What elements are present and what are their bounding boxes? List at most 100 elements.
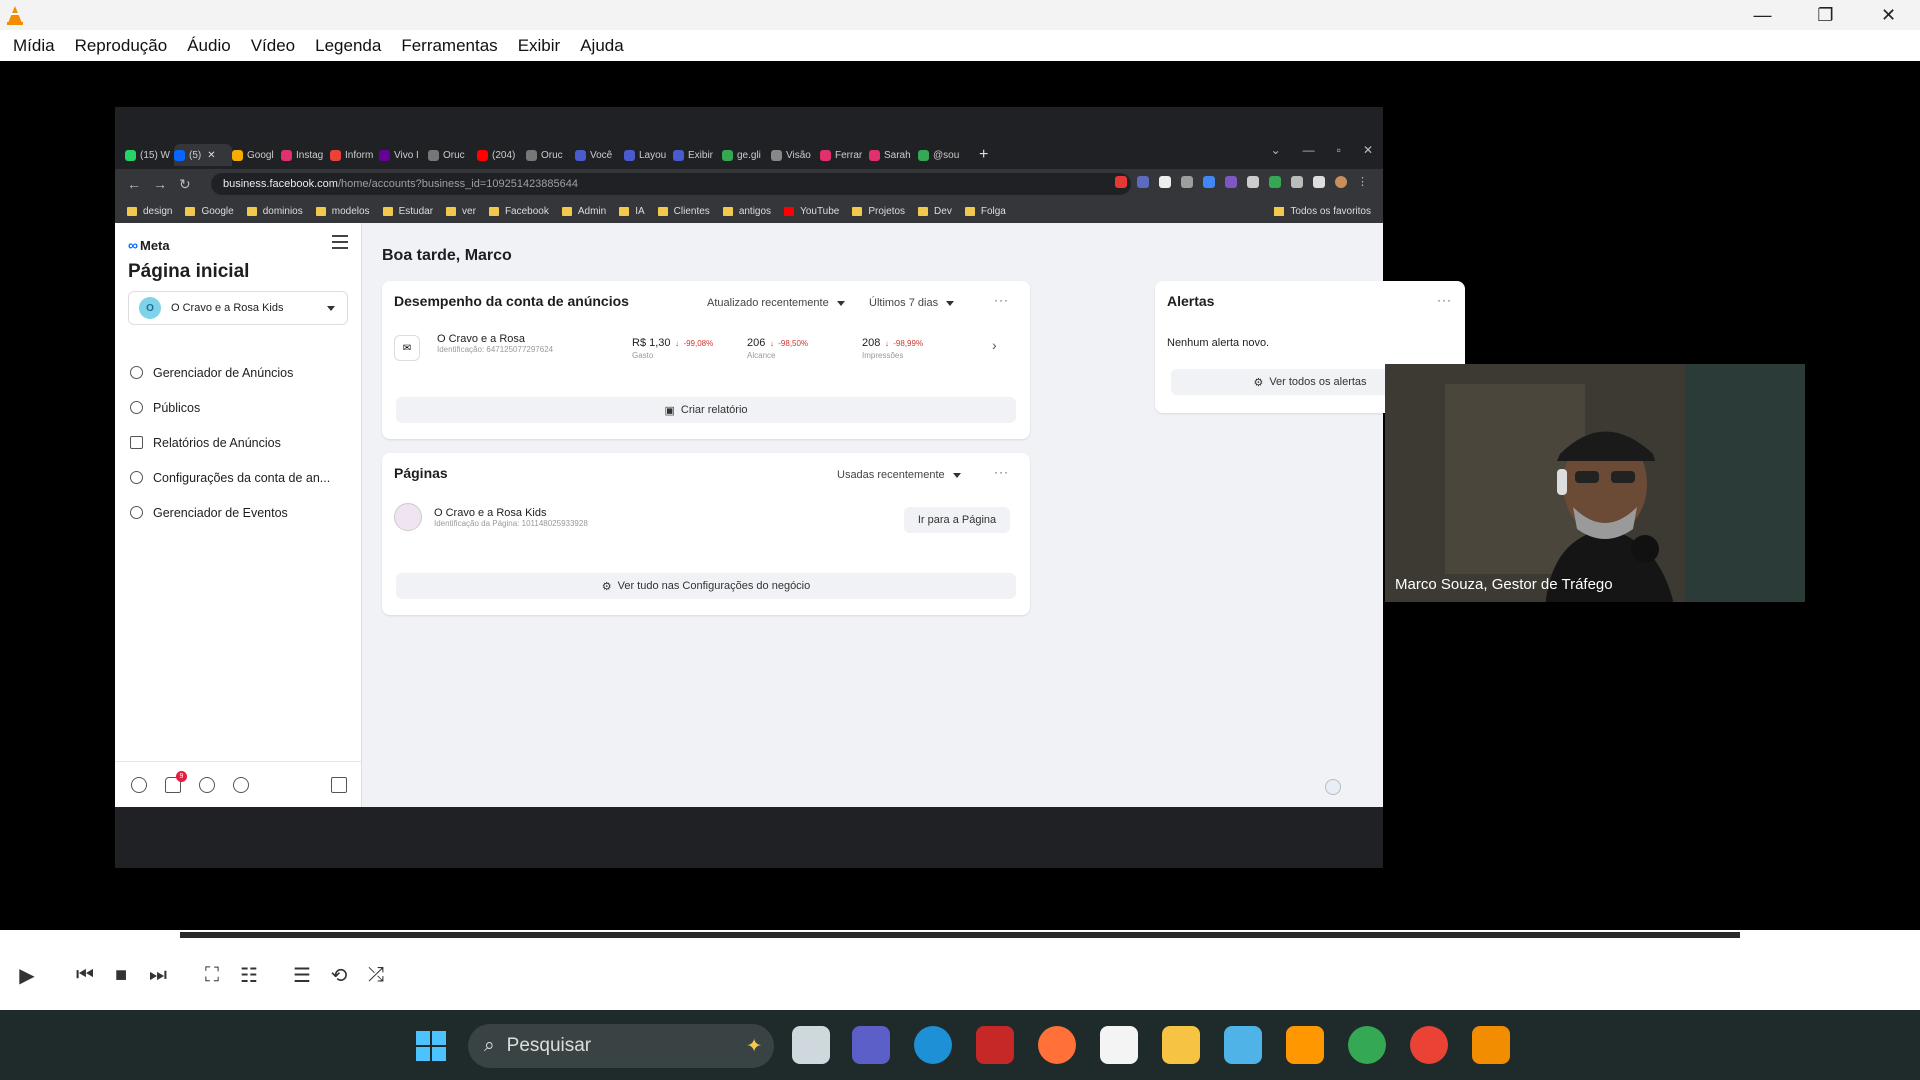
page-info[interactable]: O Cravo e a Rosa Kids Identificação da P… <box>434 507 588 528</box>
gear-icon[interactable] <box>131 776 147 793</box>
browser-tab[interactable]: ge.gli <box>722 144 771 166</box>
browser-tab[interactable]: Exibir <box>673 144 722 166</box>
browser-tab[interactable]: Oruc <box>428 144 477 166</box>
play-icon[interactable]: ▶ <box>12 960 42 990</box>
sidepanel-icon[interactable] <box>1313 176 1325 188</box>
create-report-button[interactable]: ▣ Criar relatório <box>396 397 1016 423</box>
bookmark[interactable]: YouTube <box>784 206 839 217</box>
chrome-icon[interactable] <box>1348 1026 1386 1064</box>
sublime-text-icon[interactable] <box>1286 1026 1324 1064</box>
taskbar-search[interactable]: ⌕ Pesquisar ✦ <box>468 1024 774 1068</box>
bell-icon[interactable]: 9 <box>165 770 187 793</box>
extension-icon[interactable] <box>1181 176 1193 188</box>
chevron-down-icon[interactable]: ⌄ <box>1271 143 1281 157</box>
bookmark[interactable]: modelos <box>315 206 370 217</box>
minimize-icon[interactable]: — <box>1303 143 1315 157</box>
menu-reproducao[interactable]: Reprodução <box>66 36 179 56</box>
account-selector[interactable]: O O Cravo e a Rosa Kids <box>128 291 348 325</box>
bookmark[interactable]: design <box>127 206 172 217</box>
menu-ajuda[interactable]: Ajuda <box>571 36 634 56</box>
file-explorer-icon[interactable] <box>1162 1026 1200 1064</box>
menu-legenda[interactable]: Legenda <box>306 36 392 56</box>
extension-icon[interactable] <box>1115 176 1127 188</box>
loop-icon[interactable]: ⟲ <box>324 960 354 990</box>
browser-tab[interactable]: Você <box>575 144 624 166</box>
more-options-icon[interactable]: ··· <box>1437 293 1452 307</box>
puzzle-icon[interactable] <box>1291 176 1303 188</box>
chrome-profile-icon[interactable] <box>1410 1026 1448 1064</box>
bookmark[interactable]: antigos <box>722 206 771 217</box>
help-icon[interactable] <box>233 776 249 793</box>
extension-icon[interactable] <box>1159 176 1171 188</box>
back-icon[interactable]: ← <box>127 176 141 192</box>
menu-midia[interactable]: Mídia <box>4 36 66 56</box>
hamburger-menu-icon[interactable] <box>332 235 348 249</box>
sidebar-item-ads-manager[interactable]: Gerenciador de Anúncios <box>130 355 330 390</box>
help-globe-icon[interactable] <box>1325 779 1341 795</box>
equalizer-icon[interactable]: ☷ <box>234 960 264 990</box>
task-view-icon[interactable] <box>792 1026 830 1064</box>
more-options-icon[interactable]: ··· <box>994 465 1009 479</box>
browser-tab[interactable]: @sou <box>918 144 967 166</box>
profile-avatar[interactable] <box>1335 176 1347 188</box>
sidebar-item-audiences[interactable]: Públicos <box>130 390 330 425</box>
teams-icon[interactable] <box>852 1026 890 1064</box>
bookmark[interactable]: Estudar <box>382 206 433 217</box>
fullscreen-icon[interactable]: ⛶ <box>197 960 227 990</box>
bookmark[interactable]: ver <box>446 206 476 217</box>
sidebar-item-events-manager[interactable]: Gerenciador de Eventos <box>130 495 330 530</box>
bookmark[interactable]: dominios <box>246 206 303 217</box>
close-icon[interactable]: ✕ <box>1363 143 1373 157</box>
browser-tab[interactable]: Vivo I <box>379 144 428 166</box>
sidebar-item-ad-account-settings[interactable]: Configurações da conta de an... <box>130 460 330 495</box>
browser-tab[interactable]: Instag <box>281 144 330 166</box>
more-options-icon[interactable]: ··· <box>994 293 1009 307</box>
menu-exibir[interactable]: Exibir <box>509 36 572 56</box>
menu-audio[interactable]: Áudio <box>178 36 241 56</box>
bookmark[interactable]: Clientes <box>657 206 710 217</box>
go-to-page-button[interactable]: Ir para a Página <box>904 507 1010 533</box>
close-tab-icon[interactable]: ✕ <box>207 150 215 161</box>
shuffle-icon[interactable]: ⤮ <box>361 960 391 990</box>
menu-ferramentas[interactable]: Ferramentas <box>392 36 508 56</box>
browser-tab[interactable]: Sarah <box>869 144 918 166</box>
extension-icon[interactable] <box>1225 176 1237 188</box>
ad-account-info[interactable]: O Cravo e a Rosa Identificação: 64712507… <box>437 333 553 354</box>
browser-tab[interactable]: Layou <box>624 144 673 166</box>
vlc-taskbar-icon[interactable] <box>1472 1026 1510 1064</box>
date-range-dropdown[interactable]: Últimos 7 dias <box>869 297 955 309</box>
bookmark[interactable]: Projetos <box>852 206 905 217</box>
browser-tab[interactable]: Visão <box>771 144 820 166</box>
restore-icon[interactable]: ❐ <box>1794 0 1857 30</box>
extension-icon[interactable] <box>1247 176 1259 188</box>
menu-video[interactable]: Vídeo <box>242 36 306 56</box>
notepad-icon[interactable] <box>1224 1026 1262 1064</box>
browser-tab[interactable]: Oruc <box>526 144 575 166</box>
extension-icon[interactable] <box>1137 176 1149 188</box>
forward-icon[interactable]: → <box>153 176 167 192</box>
all-bookmarks[interactable]: Todos os favoritos <box>1274 206 1371 217</box>
chevron-right-icon[interactable]: › <box>992 337 997 353</box>
edge-icon[interactable] <box>914 1026 952 1064</box>
windows-start-icon[interactable] <box>416 1031 446 1061</box>
bookmark[interactable]: Admin <box>561 206 606 217</box>
video-area[interactable]: (15) W (5) ✕ Googl Instag Inform Vivo I O… <box>0 61 1920 930</box>
search-icon[interactable] <box>199 776 215 793</box>
reload-icon[interactable]: ↻ <box>179 176 191 193</box>
seek-bar[interactable] <box>0 930 1920 940</box>
sidebar-item-ad-reports[interactable]: Relatórios de Anúncios <box>130 425 330 460</box>
panel-toggle-icon[interactable] <box>331 776 347 793</box>
bookmark[interactable]: Google <box>185 206 234 217</box>
previous-icon[interactable]: ⏮ <box>70 960 100 990</box>
address-bar[interactable]: business.facebook.com/home/accounts?busi… <box>211 173 1131 195</box>
browser-tab-active[interactable]: (5) ✕ <box>174 144 232 166</box>
sort-dropdown[interactable]: Atualizado recentemente <box>707 297 845 309</box>
restore-icon[interactable]: ▫ <box>1337 143 1341 157</box>
kebab-menu-icon[interactable]: ⋮ <box>1357 176 1369 188</box>
pages-sort-dropdown[interactable]: Usadas recentemente <box>837 469 961 481</box>
browser-tab[interactable]: (15) W <box>125 144 174 166</box>
browser-tab[interactable]: Googl <box>232 144 281 166</box>
bookmark[interactable]: IA <box>619 206 645 217</box>
filezilla-icon[interactable] <box>976 1026 1014 1064</box>
seek-track[interactable] <box>180 932 1740 938</box>
